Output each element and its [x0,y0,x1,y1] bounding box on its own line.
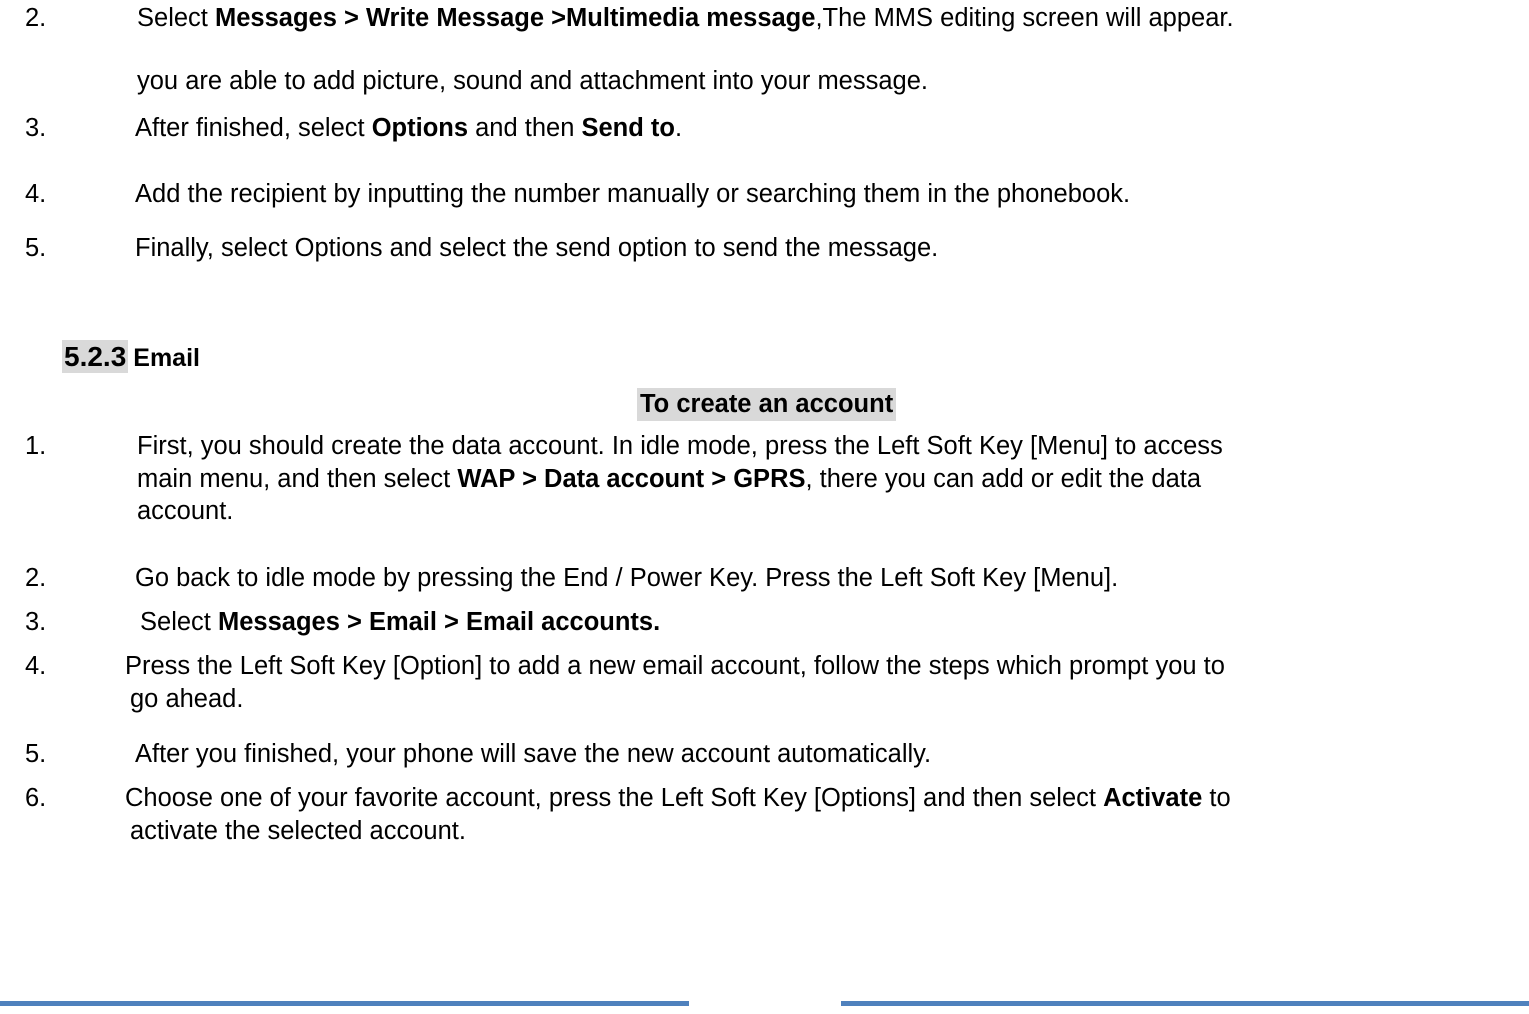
list-item-number: 1. [25,432,47,460]
plain-text: Go back to idle mode by pressing the End… [135,564,1119,592]
plain-text: , there you can add or edit the data [805,464,1202,493]
plain-text: Choose one of your favorite account, pre… [125,784,1104,812]
list-item-number: 6. [25,784,47,812]
subsection-heading: To create an account [637,388,897,421]
plain-text: Press the Left Soft Key [Option] to add … [125,652,1225,680]
list-item: 2. Go back to idle mode by pressing the … [25,562,1525,595]
list-item-number: 3. [25,114,47,142]
list-item-text: Add the recipient by inputting the numbe… [135,178,1525,211]
emphasis-text: Activate [1103,784,1203,812]
list-item-text: account. [137,495,1525,528]
footer-rule-left [0,1001,689,1006]
plain-text: Select [137,4,215,32]
list-item-text: Select Messages > Email > Email accounts… [140,606,1525,639]
list-item-number: 3. [25,608,47,636]
list-item-text: main menu, and then select WAP > Data ac… [137,463,1525,496]
list-item: 6. Choose one of your favorite account, … [25,782,1525,847]
list-item-text: First, you should create the data accoun… [137,430,1525,463]
plain-text: Add the recipient by inputting the numbe… [135,180,1131,208]
list-item-number: 2. [25,564,47,592]
document-page: 2. Select Messages > Write Message >Mult… [0,0,1529,1014]
emphasis-text: Messages > Email > Email accounts. [217,608,661,636]
plain-text: First, you should create the data accoun… [137,432,1223,460]
list-item: 5. Finally, select Options and select th… [25,232,1525,265]
plain-text: activate the selected account. [130,816,466,845]
section-number: 5.2.3 [62,340,129,373]
footer-rule-right [841,1001,1529,1006]
list-item-number: 4. [25,180,47,208]
plain-text: After you finished, your phone will save… [135,740,932,768]
emphasis-text: Messages > Write Message >Multimedia mes… [214,4,816,32]
plain-text: . [674,114,683,142]
list-item-text: After finished, select Options and then … [135,112,1525,145]
plain-text: Select [140,608,218,636]
list-item: 2. Select Messages > Write Message >Mult… [25,2,1525,97]
list-item-text: Choose one of your favorite account, pre… [125,782,1525,815]
list-item-text: Go back to idle mode by pressing the End… [135,562,1525,595]
emphasis-text: Send to [581,114,675,142]
list-item-number: 5. [25,234,47,262]
list-item-text: Select Messages > Write Message >Multime… [137,2,1525,35]
list-item-text: you are able to add picture, sound and a… [137,65,1525,98]
emphasis-text: WAP > Data account > GPRS [457,464,806,493]
list-item-number: 2. [25,4,47,32]
list-item-number: 5. [25,740,47,768]
list-item-number: 4. [25,652,47,680]
plain-text: you are able to add picture, sound and a… [137,66,928,95]
emphasis-text: Options [371,114,469,142]
plain-text: go ahead. [130,684,244,713]
list-item-text: Press the Left Soft Key [Option] to add … [125,650,1525,683]
list-item-text: go ahead. [130,683,1525,716]
list-item: 1. First, you should create the data acc… [25,430,1525,528]
list-item-text: Finally, select Options and select the s… [135,232,1525,265]
plain-text: to [1202,784,1231,812]
list-item-text: After you finished, your phone will save… [135,738,1525,771]
section-heading: 5.2.3 Email [62,340,200,373]
list-item: 5. After you finished, your phone will s… [25,738,1525,771]
list-item: 4. Add the recipient by inputting the nu… [25,178,1525,211]
list-item: 3. Select Messages > Email > Email accou… [25,606,1525,639]
plain-text: main menu, and then select [137,464,458,493]
plain-text: ,The MMS editing screen will appear. [815,4,1234,32]
list-item-text: activate the selected account. [130,815,1525,848]
plain-text: After finished, select [135,114,372,142]
plain-text: and then [468,114,582,142]
section-title: Email [133,344,200,372]
plain-text: account. [137,497,234,526]
list-item: 3. After finished, select Options and th… [25,112,1525,145]
list-item: 4. Press the Left Soft Key [Option] to a… [25,650,1525,715]
plain-text: Finally, select Options and select the s… [135,234,939,262]
